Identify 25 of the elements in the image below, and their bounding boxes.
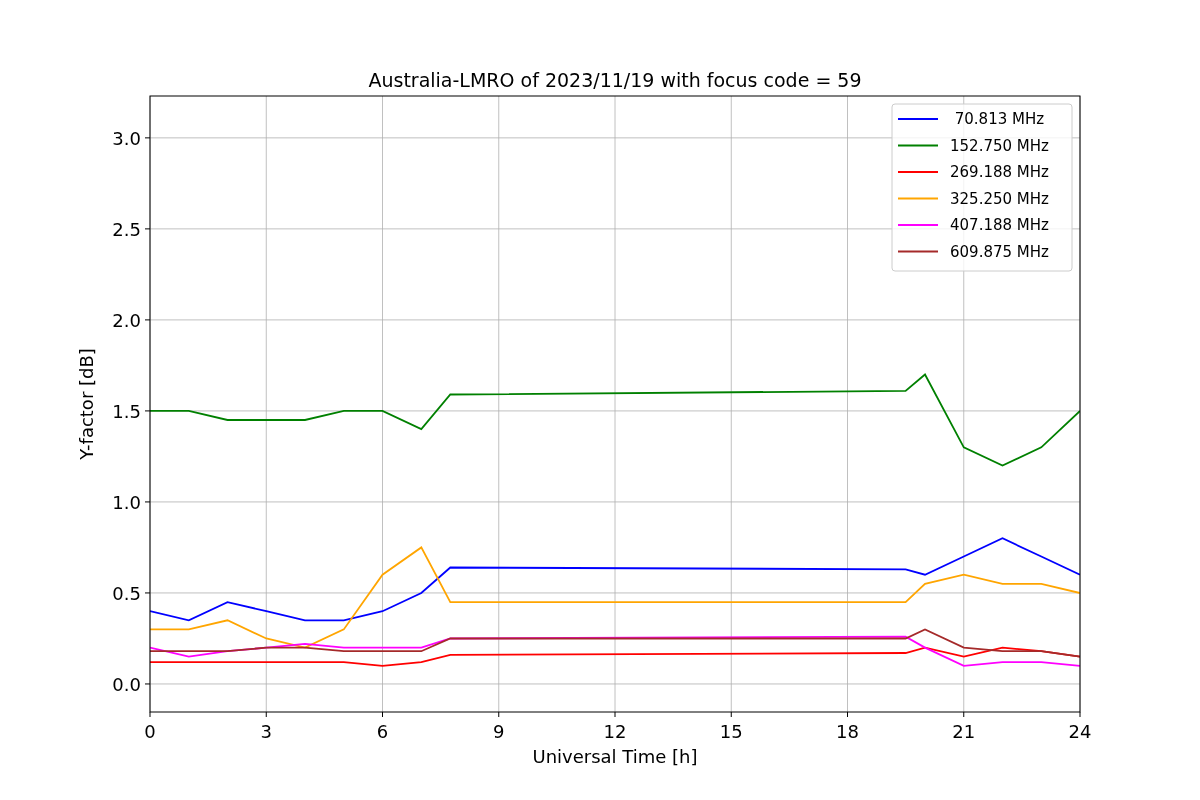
axis-label: Universal Time [h] [532,746,698,767]
tick-label: 1.5 [112,400,141,422]
tick-label: 6 [376,721,389,742]
tick-label: 0.5 [112,582,141,604]
chart-title: Australia-LMRO of 2023/11/19 with focus code = 59 [368,69,862,91]
tick-label: 18 [836,721,859,742]
tick-label: 12 [603,721,627,742]
legend-label: 152.750 MHz [950,136,1049,155]
axis-label: Y-factor [dB] [76,348,97,460]
tick-label: 3 [260,721,272,742]
tick-label: 0 [144,721,156,742]
legend-label: 609.875 MHz [950,242,1049,261]
tick-label: 2.5 [112,218,141,240]
legend-label: 407.188 MHz [950,216,1049,234]
tick-label: 0.0 [112,673,141,695]
legend-label: 325.250 MHz [950,189,1049,208]
legend-label: 70.813 MHz [954,110,1045,128]
tick-label: 24 [1068,721,1092,742]
legend-label: 269.188 MHz [950,163,1049,181]
tick-label: 2.0 [112,309,141,331]
tick-label: 1.0 [112,491,141,513]
tick-label: 9 [493,721,505,742]
tick-label: 3.0 [112,127,141,149]
tick-label: 15 [719,721,743,742]
tick-label: 21 [952,721,976,742]
